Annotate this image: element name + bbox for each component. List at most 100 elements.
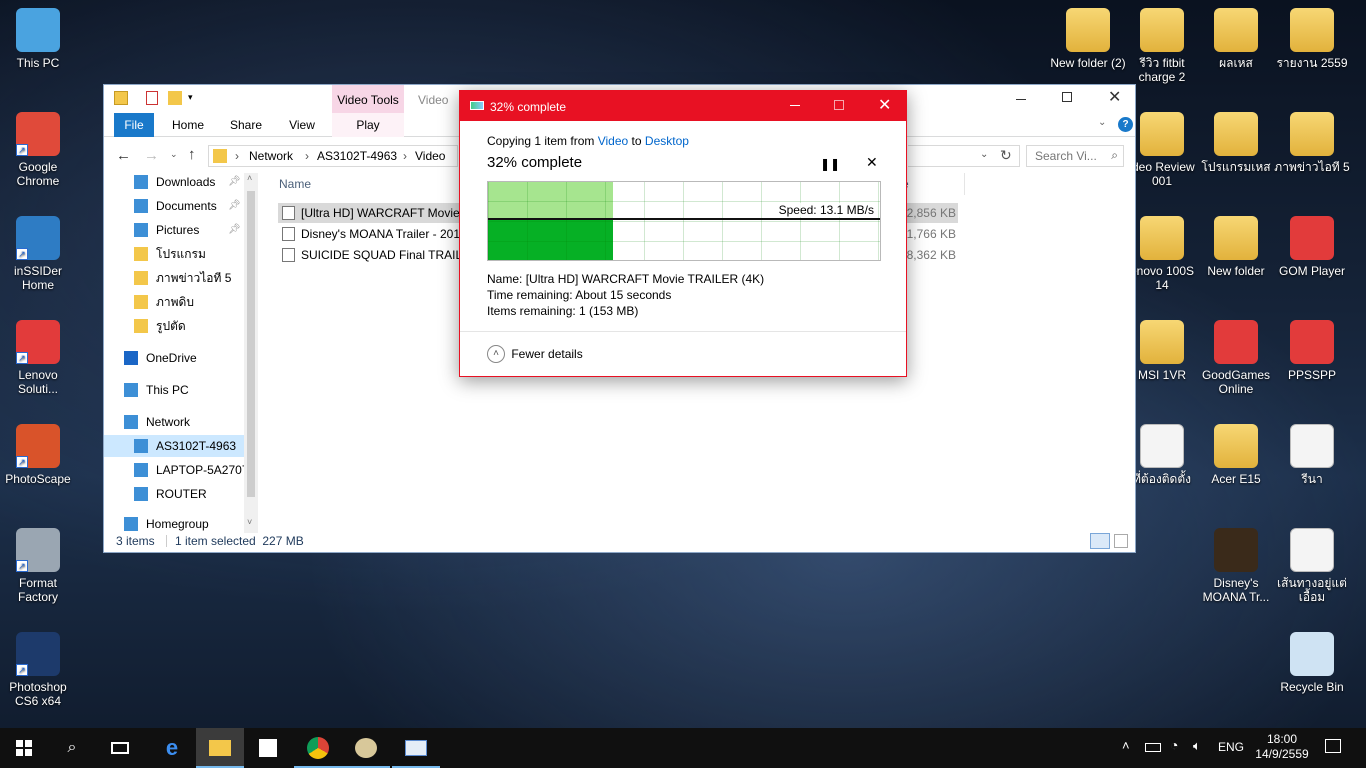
forward-arrow-icon[interactable]: → — [144, 147, 159, 164]
taskbar-paint[interactable] — [342, 728, 390, 768]
taskbar-store[interactable] — [244, 728, 292, 768]
nav-item[interactable]: ROUTER — [104, 483, 244, 505]
volume-icon[interactable]: 🔈︎ — [1193, 738, 1201, 754]
desktop-shortcut[interactable]: ↗ Format Factory — [0, 528, 76, 604]
new-folder-icon[interactable] — [168, 91, 182, 105]
pause-icon[interactable]: ❚❚ — [820, 157, 840, 171]
nav-item[interactable]: รูปตัด — [104, 315, 244, 337]
desktop-shortcut[interactable]: ↗ Lenovo Soluti... — [0, 320, 76, 396]
address-bar[interactable]: › Network › AS3102T-4963 › Video — [208, 145, 458, 167]
dialog-close-icon[interactable]: ✕ — [878, 95, 891, 115]
desktop-item[interactable]: รายงาน 2559 — [1274, 8, 1350, 70]
battery-icon[interactable] — [1145, 743, 1161, 752]
desktop-shortcut[interactable]: ↗ Photoshop CS6 x64 — [0, 632, 76, 708]
nav-item[interactable]: LAPTOP-5A2707 — [104, 459, 244, 481]
source-link[interactable]: Video — [598, 134, 628, 148]
nav-item[interactable]: โปรแกรม — [104, 243, 244, 265]
tab-play[interactable]: Play — [332, 113, 404, 137]
pin-icon[interactable]: 📌︎ — [228, 195, 241, 217]
clock[interactable]: 18:00 14/9/2559 — [1252, 732, 1312, 762]
recent-dropdown-icon[interactable]: ⌄ — [170, 149, 178, 160]
language-indicator[interactable]: ENG — [1218, 740, 1244, 754]
up-arrow-icon[interactable]: ↑ — [188, 146, 196, 163]
navigation-pane: Downloads 📌︎ Documents 📌︎ Pictures 📌︎ โปรแกรมภ… — [104, 171, 244, 531]
pin-icon[interactable]: 📌︎ — [228, 219, 241, 241]
desktop-item[interactable]: PPSSPP — [1274, 320, 1350, 382]
refresh-icon[interactable]: ↻ — [1000, 147, 1012, 164]
scroll-thumb[interactable] — [247, 191, 255, 497]
action-center-icon[interactable] — [1325, 739, 1341, 753]
folder-icon — [1290, 112, 1334, 156]
desktop-item[interactable]: Acer E15 — [1198, 424, 1274, 486]
minimize-icon[interactable] — [1016, 99, 1026, 100]
close-icon[interactable]: ✕ — [1108, 87, 1121, 107]
fewer-details-button[interactable]: ˄ Fewer details — [487, 345, 583, 363]
desktop-item[interactable]: GoodGames Online — [1198, 320, 1274, 396]
scroll-down-icon[interactable]: ˅ — [247, 517, 252, 527]
search-button[interactable]: ⌕ — [48, 728, 96, 768]
tab-share[interactable]: Share — [224, 113, 268, 137]
desktop-item[interactable]: เส้นทางอยู่แต่ เอื้อม — [1274, 528, 1350, 604]
desktop-item[interactable]: ผลเหส — [1198, 8, 1274, 70]
breadcrumb-computer[interactable]: AS3102T-4963 — [317, 149, 397, 163]
maximize-icon[interactable] — [1062, 92, 1072, 102]
desktop-item[interactable]: Recycle Bin — [1274, 632, 1350, 694]
desktop-item[interactable]: GOM Player — [1274, 216, 1350, 278]
desktop-shortcut[interactable]: ↗ inSSIDer Home — [0, 216, 76, 292]
desktop-item[interactable]: New folder — [1198, 216, 1274, 278]
taskbar-file-explorer[interactable] — [196, 728, 244, 768]
properties-icon[interactable] — [146, 91, 158, 105]
task-view-button[interactable] — [96, 728, 144, 768]
customize-toolbar-icon[interactable]: ▾ — [188, 92, 193, 103]
desktop-shortcut[interactable]: This PC — [0, 8, 76, 70]
help-icon[interactable]: ? — [1118, 117, 1133, 132]
desktop-item[interactable]: รีนา — [1274, 424, 1350, 486]
back-arrow-icon[interactable]: ← — [116, 147, 131, 164]
large-icons-view-icon[interactable] — [1114, 534, 1128, 548]
desktop-item[interactable]: Disney's MOANA Tr... — [1198, 528, 1274, 604]
wifi-icon[interactable]: ◔ — [1170, 737, 1178, 753]
ribbon-expand-icon[interactable]: ⌄ — [1098, 117, 1106, 128]
desktop-shortcut[interactable]: ↗ PhotoScape — [0, 424, 76, 486]
desktop-item[interactable]: โปรแกรมเหส — [1198, 112, 1274, 174]
tab-view[interactable]: View — [280, 113, 324, 137]
nav-item[interactable]: Pictures 📌︎ — [104, 219, 244, 241]
nav-item[interactable]: ภาพข่าวไอที 5 — [104, 267, 244, 289]
show-hidden-icons-icon[interactable]: ˄ — [1122, 738, 1130, 753]
nav-item[interactable]: ภาพดิบ — [104, 291, 244, 313]
folder-icon — [1140, 320, 1184, 364]
start-button[interactable] — [0, 728, 48, 768]
column-header-name[interactable]: Name — [279, 177, 311, 191]
nav-item[interactable]: Documents 📌︎ — [104, 195, 244, 217]
search-box[interactable]: Search Vi... ⌕ — [1026, 145, 1124, 167]
nav-item[interactable]: AS3102T-4963 — [104, 435, 244, 457]
breadcrumb-video[interactable]: Video — [415, 149, 445, 163]
nav-item[interactable]: Homegroup — [104, 513, 244, 531]
pin-icon[interactable]: 📌︎ — [228, 171, 241, 193]
desktop-item[interactable]: ภาพข่าวไอที 5 — [1274, 112, 1350, 174]
dialog-minimize-icon[interactable] — [790, 105, 800, 106]
taskbar-word[interactable] — [392, 728, 440, 768]
tab-file[interactable]: File — [114, 113, 154, 137]
desktop-shortcut[interactable]: ↗ Google Chrome — [0, 112, 76, 188]
address-dropdown-icon[interactable]: ⌄ — [980, 149, 988, 160]
quick-access-icon[interactable] — [114, 91, 128, 105]
search-input[interactable]: Search Vi... — [1035, 149, 1097, 163]
address-bar-tail[interactable]: ⌄ ↻ — [908, 145, 1020, 167]
nav-scrollbar[interactable]: ˄ ˅ — [244, 173, 258, 533]
desktop-item[interactable]: New folder (2) — [1050, 8, 1126, 70]
ppsspp-icon — [1290, 320, 1334, 364]
tab-home[interactable]: Home — [166, 113, 210, 137]
nav-item[interactable]: Downloads 📌︎ — [104, 171, 244, 193]
cancel-copy-icon[interactable]: ✕ — [866, 154, 878, 171]
desktop-item[interactable]: รีวิว fitbit charge 2 — [1124, 8, 1200, 84]
scroll-up-icon[interactable]: ˄ — [247, 173, 252, 183]
details-view-icon[interactable] — [1090, 533, 1110, 549]
taskbar-chrome[interactable] — [294, 728, 342, 768]
destination-link[interactable]: Desktop — [645, 134, 689, 148]
breadcrumb-network[interactable]: Network — [249, 149, 293, 163]
nav-item[interactable]: OneDrive — [104, 347, 244, 369]
nav-item[interactable]: This PC — [104, 379, 244, 401]
taskbar-edge[interactable]: e — [148, 728, 196, 768]
nav-item[interactable]: Network — [104, 411, 244, 433]
